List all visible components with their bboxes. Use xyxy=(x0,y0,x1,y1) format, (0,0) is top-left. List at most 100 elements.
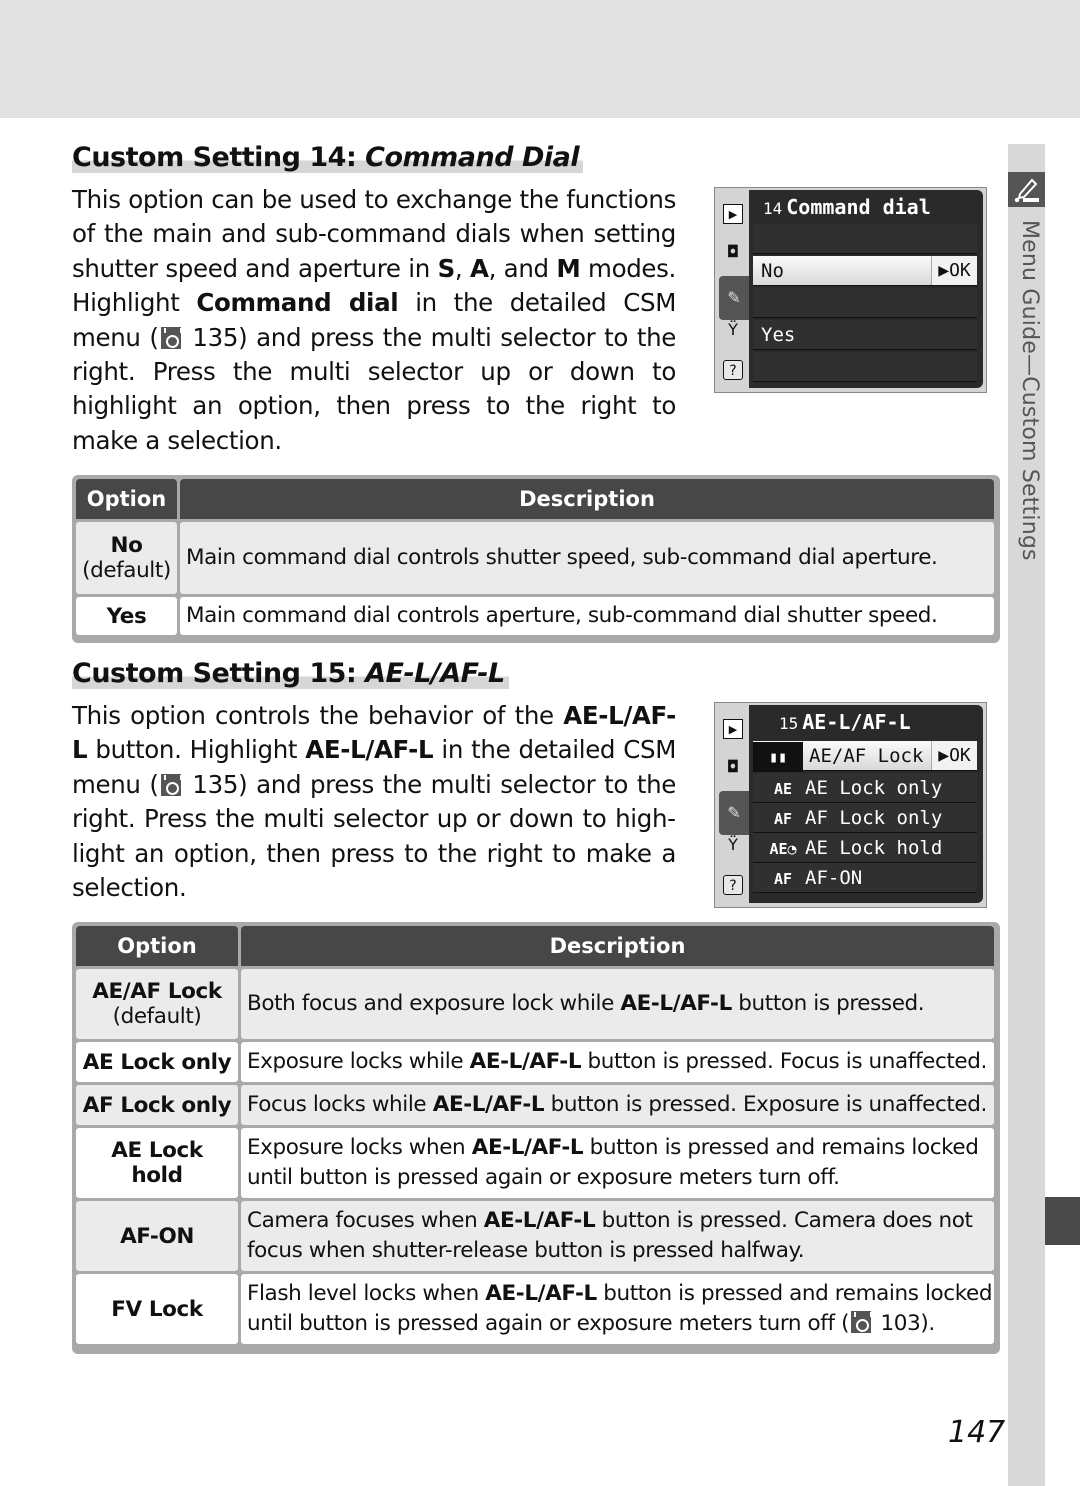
ok-indicator: ▶OK xyxy=(931,741,977,770)
shooting-icon: ◘ xyxy=(726,242,740,261)
help-icon: ? xyxy=(723,360,743,380)
camera-menu-row xyxy=(753,224,977,254)
camera-menu-screen-14: ▶ ◘ ✎ Ÿ ? 14 Command dial No ▶OK Yes xyxy=(714,187,987,393)
text-run: Camera focuses when xyxy=(247,1207,484,1233)
rich-text: Exposure locks while AE-L/AF-L button is… xyxy=(247,1047,987,1078)
option-cell: FV Lock xyxy=(76,1274,238,1344)
ae-lock-icon: AE xyxy=(773,780,793,798)
camera-menu-title: 14 Command dial xyxy=(749,190,983,224)
description-cell: Exposure locks when AE-L/AF-L button is … xyxy=(241,1128,994,1198)
rich-text: Focus locks while AE-L/AF-L button is pr… xyxy=(247,1090,987,1121)
reference-page-icon xyxy=(160,773,182,796)
camera-menu-panel: 14 Command dial No ▶OK Yes xyxy=(749,190,983,388)
option-name: AE Lock only xyxy=(82,1049,232,1075)
table-header-row: Option Description xyxy=(76,926,996,966)
row-label: Yes xyxy=(761,324,796,346)
camera-menu-row xyxy=(753,288,977,318)
description-cell: Both focus and exposure lock while AE-L/… xyxy=(241,969,994,1039)
text-run: button is pressed. xyxy=(731,990,925,1016)
options-table-15: Option Description AE/AF Lock (default) B… xyxy=(72,922,1000,1354)
text-run: button. Highlight xyxy=(87,735,306,765)
text-run: Main command dial controls shutter speed… xyxy=(186,544,938,570)
page-number: 147 xyxy=(948,1415,1006,1450)
bold-term: S xyxy=(437,253,456,283)
camera-menu-row-selected: No ▶OK xyxy=(753,256,977,286)
lock-both-icon: ▮▮ xyxy=(753,742,803,772)
help-icon: ? xyxy=(723,875,743,895)
heading-prefix: Custom Setting 15: xyxy=(72,658,366,689)
rich-text: Main command dial controls shutter speed… xyxy=(186,543,938,574)
text-run: Main command dial controls aperture, sub… xyxy=(186,602,938,628)
table-row: FV Lock Flash level locks when AE-L/AF-L… xyxy=(76,1274,996,1344)
option-cell: No (default) xyxy=(76,522,177,594)
custom-settings-icon: ✎ xyxy=(719,276,749,320)
setting-number: 15 xyxy=(779,714,799,733)
bold-term: AE-L/AF-L xyxy=(469,1048,582,1074)
bold-term: AE-L/AF-L xyxy=(620,990,732,1016)
option-name: No xyxy=(110,533,143,558)
sidebar-section-tab xyxy=(1008,172,1045,207)
rich-text: Camera focuses when AE-L/AF-L button is … xyxy=(247,1206,994,1267)
heading-prefix: Custom Setting 14: xyxy=(72,142,366,173)
column-header-option: Option xyxy=(76,926,238,966)
reference-page-icon xyxy=(851,1311,873,1333)
option-name: AF-ON xyxy=(120,1223,194,1249)
bold-term: AE-L/AF-L xyxy=(432,1091,545,1117)
table-row: AF Lock only Focus locks while AE-L/AF-L… xyxy=(76,1085,996,1125)
bold-term: AE-L/AF-L xyxy=(305,735,434,765)
option-cell: Yes xyxy=(76,597,177,635)
reference-page-icon xyxy=(160,326,182,349)
text-run: Focus locks while xyxy=(247,1091,433,1117)
bold-term: AE-L/AF-L xyxy=(471,1134,584,1160)
row-label: No xyxy=(761,260,784,282)
option-name: FV Lock xyxy=(111,1296,203,1322)
rich-text: Flash level locks when AE-L/AF-L button … xyxy=(247,1279,994,1340)
setup-icon: Ÿ xyxy=(728,835,738,854)
playback-icon: ▶ xyxy=(723,204,743,224)
option-cell: AE Lock only xyxy=(76,1042,238,1082)
row-label: AF Lock only xyxy=(805,807,943,829)
camera-menu-row: Yes xyxy=(753,320,977,350)
row-label: AF-ON xyxy=(805,867,863,889)
bold-term: A xyxy=(469,253,489,283)
option-name: AF Lock only xyxy=(82,1092,232,1118)
option-cell: AE/AF Lock (default) xyxy=(76,969,238,1039)
setting-title: Command dial xyxy=(786,195,931,219)
custom-settings-icon: ✎ xyxy=(719,791,749,835)
camera-menu-row-selected: ▮▮ AE/AF Lock ▶OK xyxy=(753,741,977,772)
default-note: (default) xyxy=(82,558,171,583)
camera-menu-tabs: ▶ ◘ ✎ Ÿ ? xyxy=(715,703,749,907)
text-run: Flash level locks when xyxy=(247,1280,486,1306)
camera-menu-row: AE◔ AE Lock hold xyxy=(753,833,977,863)
af-lock-icon: AF xyxy=(773,810,793,828)
camera-menu-row: AF AF-ON xyxy=(753,863,977,893)
rich-text: Main command dial controls aperture, sub… xyxy=(186,601,938,632)
option-cell: AF Lock only xyxy=(76,1085,238,1125)
option-cell: AF-ON xyxy=(76,1201,238,1271)
section-15-paragraph: This option controls the behavior of the… xyxy=(72,699,676,905)
table-row: Yes Main command dial controls aperture,… xyxy=(76,597,996,635)
table-row: AE Lock only Exposure locks while AE-L/A… xyxy=(76,1042,996,1082)
description-cell: Main command dial controls aperture, sub… xyxy=(180,597,994,635)
camera-menu-row xyxy=(753,352,977,382)
option-name: AE Lock hold xyxy=(111,1138,203,1188)
section-14-paragraph: This option can be used to exchange the … xyxy=(72,183,676,458)
table-header-row: Option Description xyxy=(76,479,996,519)
rich-text: This option controls the behavior of the… xyxy=(72,701,676,902)
heading-setting-name: AE-L/AF-L xyxy=(365,658,505,689)
ok-indicator: ▶OK xyxy=(931,256,977,285)
ae-lock-hold-icon: AE◔ xyxy=(769,840,797,858)
options-table-14: Option Description No (default) Main comm… xyxy=(72,475,1000,643)
description-cell: Camera focuses when AE-L/AF-L button is … xyxy=(241,1201,994,1271)
sidebar-section-label: Menu Guide—Custom Settings xyxy=(1017,220,1042,561)
chapter-thumb-tab xyxy=(1045,1197,1080,1245)
text-run: This option controls the behavior of the xyxy=(72,701,564,730)
table-row: AE/AF Lock (default) Both focus and expos… xyxy=(76,969,996,1039)
page-header-band xyxy=(0,0,1080,118)
text-run: Both focus and exposure lock while xyxy=(247,990,621,1016)
setting-title: AE-L/AF-L xyxy=(802,710,911,734)
column-header-description: Description xyxy=(180,479,994,519)
pencil-custom-settings-icon xyxy=(1014,178,1039,203)
option-name: Yes xyxy=(106,603,147,629)
setting-number: 14 xyxy=(763,199,783,218)
